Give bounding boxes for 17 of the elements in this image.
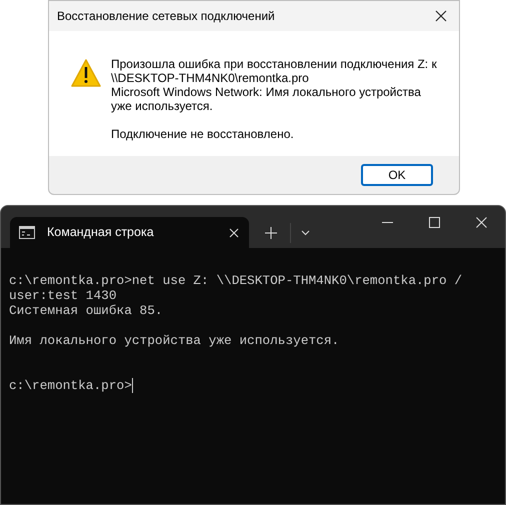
window-title: Восстановление сетевых подключений	[57, 8, 276, 25]
close-icon[interactable]	[435, 10, 447, 22]
warning-icon	[71, 59, 101, 87]
chevron-down-icon[interactable]	[301, 230, 310, 236]
console-prompt: c:\remontka.pro>	[9, 378, 132, 393]
console-line: Системная ошибка 85.	[9, 303, 163, 318]
console-line: Имя локального устройства уже используется.	[9, 333, 340, 348]
console-line: user:test 1430	[9, 288, 117, 303]
ok-button[interactable]: OK	[361, 164, 433, 186]
error-message: Произошла ошибка при восстановлении подключения Z: к \\DESKTOP-THM4NK0\remontka.pro Microsoft Windows Network: Имя локального устройства уже используется.	[111, 57, 437, 113]
console-line: c:\remontka.pro>net use Z: \\DESKTOP-THM4NK0\remontka.pro /	[9, 273, 462, 288]
text-cursor	[132, 378, 133, 393]
status-message: Подключение не восстановлено.	[111, 127, 295, 141]
console-icon	[19, 226, 35, 239]
plus-icon[interactable]	[265, 226, 277, 238]
terminal-tab[interactable]: Командная строка	[10, 217, 249, 248]
maximize-icon[interactable]	[429, 217, 440, 228]
